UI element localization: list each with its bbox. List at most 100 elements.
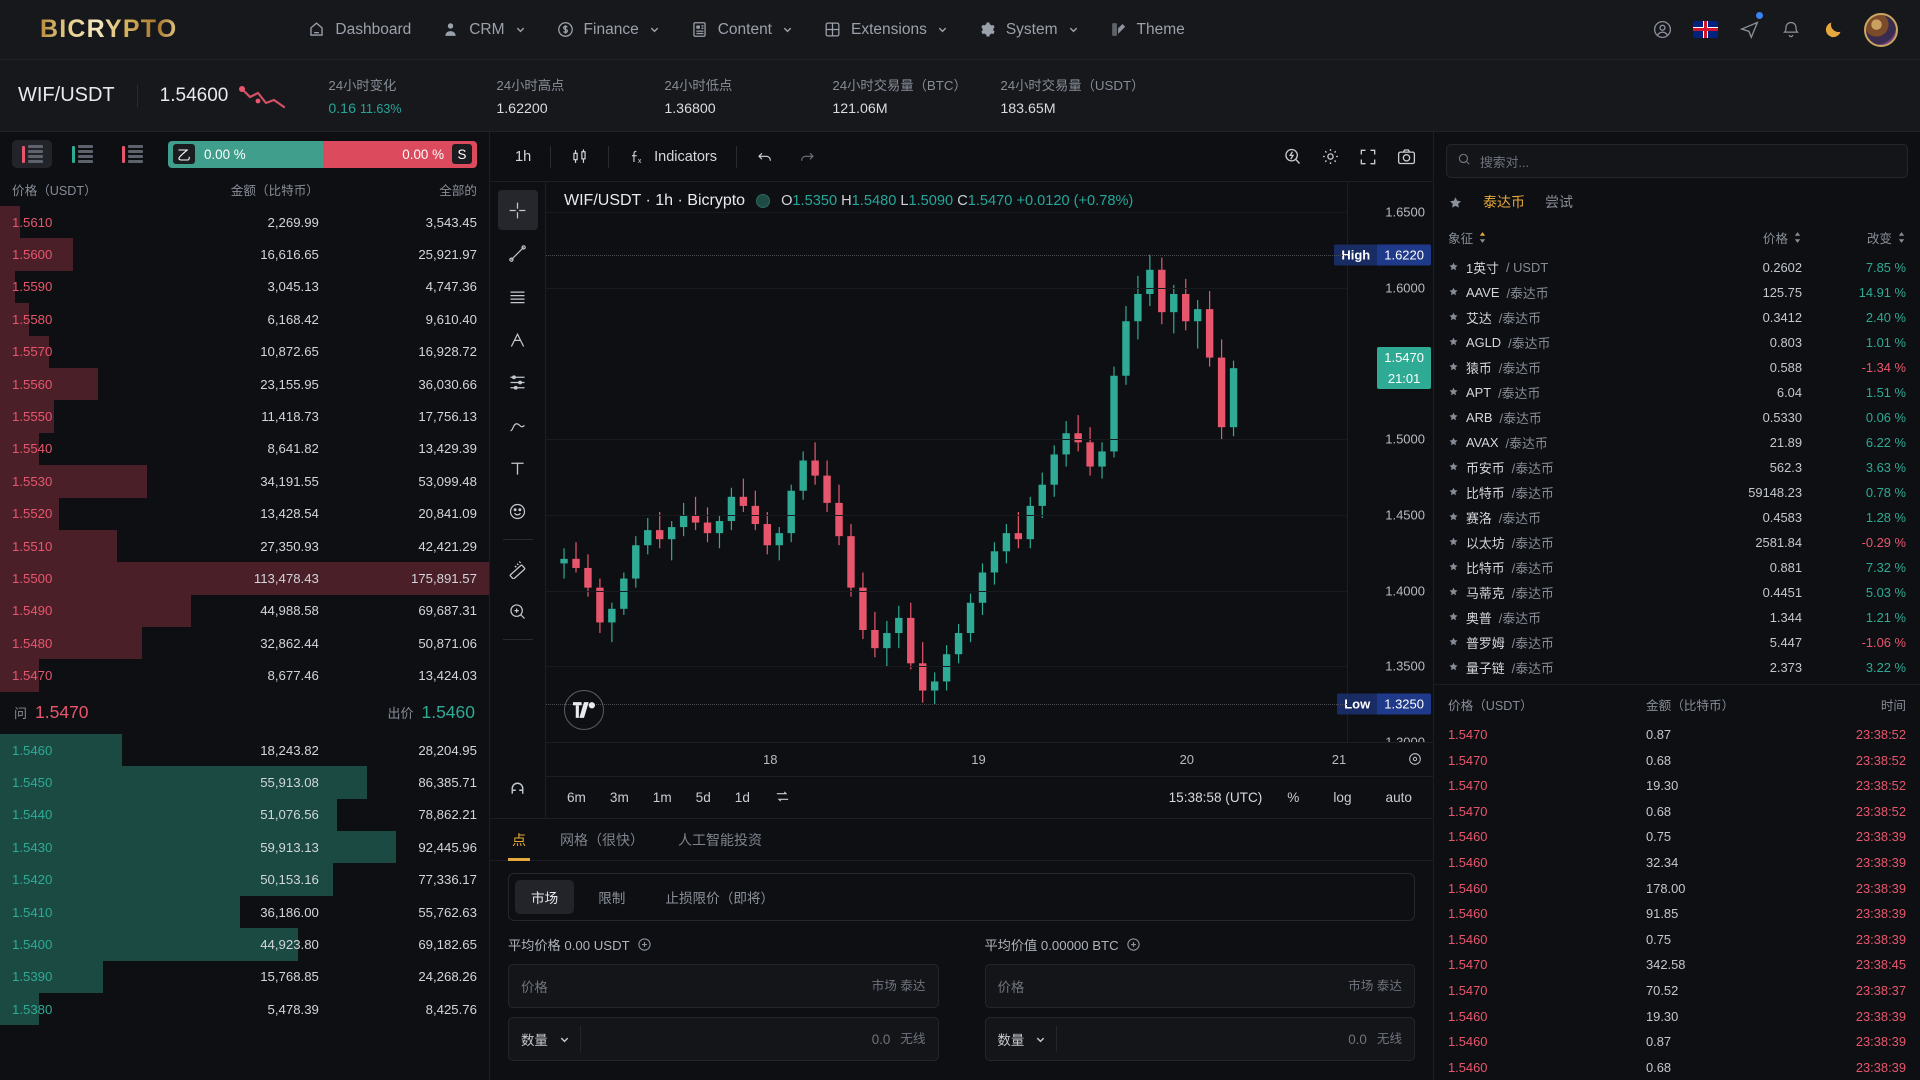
- market-list-item[interactable]: 比特币/泰达币59148.230.78 %: [1434, 480, 1920, 505]
- range-3m[interactable]: 3m: [601, 786, 638, 809]
- undo-button[interactable]: [745, 142, 785, 172]
- col-change[interactable]: 改变: [1802, 228, 1906, 247]
- star-icon[interactable]: [1448, 660, 1459, 675]
- measure-ruler-icon[interactable]: [498, 548, 538, 588]
- crosshair-tool-icon[interactable]: [498, 190, 538, 230]
- nav-item-theme[interactable]: Theme: [1109, 20, 1185, 39]
- star-icon[interactable]: [1448, 195, 1463, 210]
- nav-item-content[interactable]: Content: [690, 20, 793, 39]
- chart-settings-gear-icon[interactable]: [1313, 142, 1347, 172]
- market-search-input[interactable]: 搜索对...: [1446, 144, 1908, 178]
- market-list-item[interactable]: APT/泰达币6.041.51 %: [1434, 380, 1920, 405]
- star-icon[interactable]: [1448, 610, 1459, 625]
- buy-amount-unit-select[interactable]: 数量: [521, 1026, 581, 1052]
- orderbook-row[interactable]: 1.555011,418.7317,756.13: [0, 400, 489, 432]
- pitchfork-tool-icon[interactable]: [498, 319, 538, 359]
- range-1d[interactable]: 1d: [726, 786, 759, 809]
- nav-item-dashboard[interactable]: Dashboard: [307, 20, 411, 39]
- tab-try-markets[interactable]: 尝试: [1545, 192, 1573, 212]
- star-icon[interactable]: [1448, 410, 1459, 425]
- send-icon[interactable]: [1738, 19, 1760, 41]
- market-list-item[interactable]: AVAX/泰达币21.896.22 %: [1434, 430, 1920, 455]
- horizontal-lines-tool-icon[interactable]: [498, 276, 538, 316]
- sell-amount-field[interactable]: 数量 0.0 无线: [985, 1017, 1416, 1061]
- zoom-in-icon[interactable]: [498, 591, 538, 631]
- bell-icon[interactable]: [1780, 19, 1802, 41]
- orderbook-row[interactable]: 1.551027,350.9342,421.29: [0, 530, 489, 562]
- col-symbol[interactable]: 象征: [1448, 228, 1692, 247]
- orderbook-row[interactable]: 1.55903,045.134,747.36: [0, 271, 489, 303]
- orderbook-view-bids[interactable]: [62, 140, 102, 168]
- orderbook-row[interactable]: 1.552013,428.5420,841.09: [0, 498, 489, 530]
- tab-grid[interactable]: 网格（很快）: [560, 819, 644, 861]
- sell-amount-unit-select[interactable]: 数量: [998, 1026, 1058, 1052]
- order-type-limit[interactable]: 限制: [582, 880, 641, 914]
- brush-tool-icon[interactable]: [498, 405, 538, 445]
- star-icon[interactable]: [1448, 510, 1459, 525]
- buy-price-field[interactable]: 价格 市场 泰达: [508, 964, 939, 1008]
- indicators-button[interactable]: x Indicators: [617, 141, 728, 172]
- nav-item-system[interactable]: System: [978, 20, 1079, 39]
- orderbook-row[interactable]: 1.541036,186.0055,762.63: [0, 896, 489, 928]
- app-logo[interactable]: BICRYPTO: [40, 15, 177, 44]
- orderbook-row[interactable]: 1.556023,155.9536,030.66: [0, 368, 489, 400]
- star-icon[interactable]: [1448, 560, 1459, 575]
- orderbook-row[interactable]: 1.53805,478.398,425.76: [0, 993, 489, 1025]
- orderbook-row[interactable]: 1.549044,988.5869,687.31: [0, 595, 489, 627]
- orderbook-row[interactable]: 1.55806,168.429,610.40: [0, 303, 489, 335]
- star-icon[interactable]: [1448, 635, 1459, 650]
- order-type-market[interactable]: 市场: [515, 880, 574, 914]
- market-list-item[interactable]: 1英寸/ USDT0.26027.85 %: [1434, 255, 1920, 280]
- market-list-item[interactable]: 赛洛/泰达币0.45831.28 %: [1434, 505, 1920, 530]
- orderbook-row[interactable]: 1.5500113,478.43175,891.57: [0, 562, 489, 594]
- market-list-item[interactable]: 马蒂克/泰达币0.44515.03 %: [1434, 580, 1920, 605]
- tradingview-logo-icon[interactable]: [564, 690, 604, 730]
- orderbook-row[interactable]: 1.553034,191.5553,099.48: [0, 465, 489, 497]
- orderbook-row[interactable]: 1.543059,913.1392,445.96: [0, 831, 489, 863]
- orderbook-row[interactable]: 1.540044,923.8069,182.65: [0, 928, 489, 960]
- magnet-tool-icon[interactable]: [498, 768, 538, 808]
- price-axis[interactable]: 1.65001.60001.50001.45001.40001.35001.30…: [1347, 182, 1433, 742]
- order-type-stop-limit[interactable]: 止损限价（即将）: [649, 880, 790, 914]
- plus-circle-icon[interactable]: [637, 937, 652, 952]
- orderbook-row[interactable]: 1.546018,243.8228,204.95: [0, 734, 489, 766]
- market-list-item[interactable]: 量子链/泰达币2.3733.22 %: [1434, 655, 1920, 680]
- scale-auto[interactable]: auto: [1377, 786, 1421, 809]
- orderbook-row[interactable]: 1.548032,862.4450,871.06: [0, 627, 489, 659]
- fib-tool-icon[interactable]: [498, 362, 538, 402]
- tab-usdt-markets[interactable]: 泰达币: [1483, 192, 1525, 212]
- market-list-item[interactable]: 普罗姆/泰达币5.447-1.06 %: [1434, 630, 1920, 655]
- orderbook-row[interactable]: 1.545055,913.0886,385.71: [0, 766, 489, 798]
- dark-mode-toggle-icon[interactable]: [1822, 19, 1844, 41]
- orderbook-row[interactable]: 1.54708,677.4613,424.03: [0, 659, 489, 691]
- star-icon[interactable]: [1448, 335, 1459, 350]
- scale-log[interactable]: log: [1324, 786, 1360, 809]
- orderbook-row[interactable]: 1.539015,768.8524,268.26: [0, 961, 489, 993]
- fullscreen-icon[interactable]: [1351, 142, 1385, 172]
- chart-type-candles-button[interactable]: [559, 141, 600, 172]
- orderbook-view-asks[interactable]: [112, 140, 152, 168]
- scale-percent[interactable]: %: [1278, 786, 1308, 809]
- market-list-item[interactable]: 以太坊/泰达币2581.84-0.29 %: [1434, 530, 1920, 555]
- trendline-tool-icon[interactable]: [498, 233, 538, 273]
- market-list-item[interactable]: 猿币/泰达币0.588-1.34 %: [1434, 355, 1920, 380]
- market-list-item[interactable]: AGLD/泰达币0.8031.01 %: [1434, 330, 1920, 355]
- star-icon[interactable]: [1448, 435, 1459, 450]
- star-icon[interactable]: [1448, 485, 1459, 500]
- orderbook-row[interactable]: 1.542050,153.1677,336.17: [0, 863, 489, 895]
- orderbook-row[interactable]: 1.557010,872.6516,928.72: [0, 336, 489, 368]
- orderbook-row[interactable]: 1.56102,269.993,543.45: [0, 206, 489, 238]
- nav-item-extensions[interactable]: Extensions: [823, 20, 948, 39]
- axis-settings-icon[interactable]: [1407, 751, 1423, 772]
- market-list-item[interactable]: AAVE/泰达币125.7514.91 %: [1434, 280, 1920, 305]
- star-icon[interactable]: [1448, 460, 1459, 475]
- range-1m[interactable]: 1m: [644, 786, 681, 809]
- user-avatar[interactable]: [1864, 13, 1898, 47]
- star-icon[interactable]: [1448, 310, 1459, 325]
- market-list-item[interactable]: 币安币/泰达币562.33.63 %: [1434, 455, 1920, 480]
- orderbook-row[interactable]: 1.560016,616.6525,921.97: [0, 238, 489, 270]
- redo-button[interactable]: [787, 142, 827, 172]
- buy-amount-field[interactable]: 数量 0.0 无线: [508, 1017, 939, 1061]
- market-list-item[interactable]: ARB/泰达币0.53300.06 %: [1434, 405, 1920, 430]
- range-5d[interactable]: 5d: [687, 786, 720, 809]
